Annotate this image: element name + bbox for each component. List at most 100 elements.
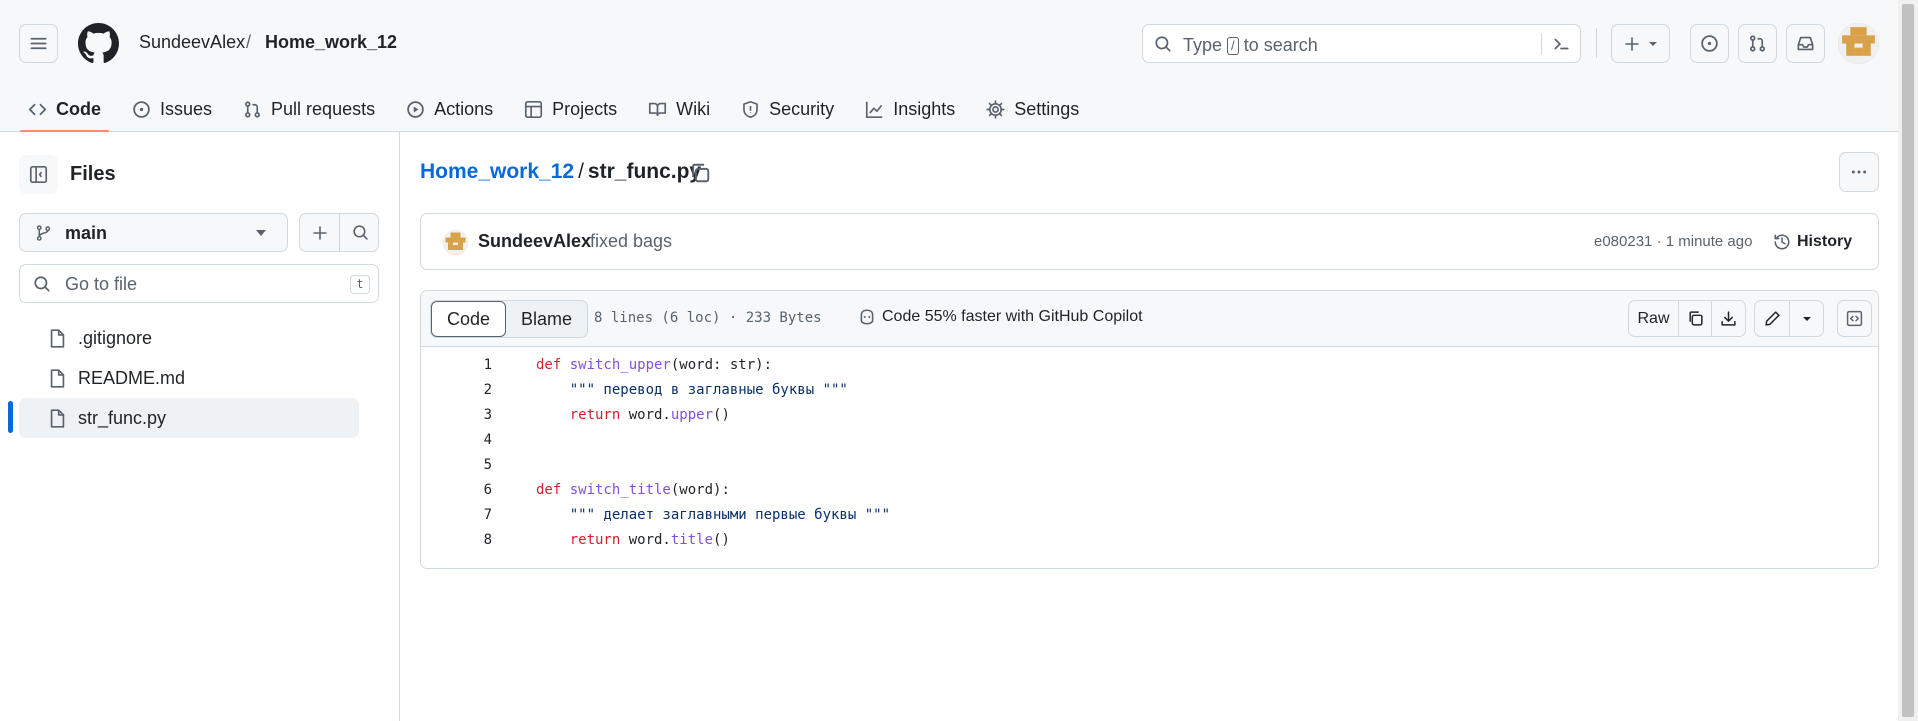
branch-selector[interactable]: main (19, 213, 288, 252)
command-palette-icon[interactable] (1551, 35, 1571, 53)
breadcrumb-separator: / (578, 160, 584, 183)
collapse-sidebar-button[interactable] (19, 155, 58, 194)
symbols-panel-button[interactable] (1837, 300, 1872, 337)
code-token: """ перевод в заглавные буквы """ (536, 382, 848, 398)
caret-down-icon (256, 230, 266, 236)
code-token: switch_title (569, 482, 671, 498)
repo-nav-tabs: Code Issues Pull requests Actions Projec… (18, 86, 1100, 133)
code-token: def (536, 357, 570, 373)
line-number[interactable]: 5 (421, 453, 492, 478)
code-view-button[interactable]: Code (431, 301, 507, 337)
line-number[interactable]: 8 (421, 528, 492, 553)
repo-link[interactable]: Home_work_12 (265, 32, 397, 53)
edit-button[interactable] (1755, 301, 1790, 336)
tab-code[interactable]: Code (18, 86, 111, 133)
commit-message[interactable]: fixed bags (590, 231, 672, 252)
tab-wiki[interactable]: Wiki (638, 86, 720, 132)
sidebar-collapse-icon (29, 165, 48, 184)
create-new-button[interactable] (1611, 24, 1670, 63)
line-number[interactable]: 6 (421, 478, 492, 503)
file-icon (50, 329, 65, 348)
breadcrumb-file: str_func.py (587, 160, 702, 183)
sidebar-actions (299, 213, 379, 252)
app-header: SundeevAlex / Home_work_12 Type / to sea… (0, 0, 1898, 133)
code-token: (word: str): (670, 357, 773, 373)
go-to-file-input[interactable]: Go to file t (19, 264, 379, 303)
scrollbar-thumb[interactable] (1902, 4, 1914, 717)
line-number[interactable]: 7 (421, 503, 492, 528)
plus-icon (313, 225, 327, 240)
branch-name: main (65, 223, 108, 243)
line-code: """ делает заглавными первые буквы """ (536, 503, 890, 528)
code-line: 5 (421, 453, 1878, 478)
owner-link[interactable]: SundeevAlex (139, 32, 245, 53)
breadcrumb: Home_work_12/str_func.py (420, 160, 701, 184)
code-token: word. (628, 407, 671, 423)
code-token: return (536, 407, 629, 423)
blame-view-button[interactable]: Blame (506, 301, 587, 337)
file-item-readme[interactable]: README.md (19, 358, 359, 398)
file-tree: .gitignore README.md str_func.py (19, 318, 359, 438)
code-icon (28, 103, 47, 115)
file-item-gitignore[interactable]: .gitignore (19, 318, 359, 358)
tab-settings[interactable]: Settings (976, 86, 1089, 132)
page-scrollbar[interactable] (1898, 0, 1918, 721)
file-info: 8 lines (6 loc) · 233 Bytes (594, 310, 822, 326)
search-icon (1155, 36, 1171, 52)
book-icon (649, 102, 667, 116)
copilot-promo[interactable]: Code 55% faster with GitHub Copilot (858, 308, 1143, 326)
go-to-file-shortcut: t (350, 275, 370, 294)
github-logo[interactable] (78, 23, 119, 64)
line-number[interactable]: 2 (421, 378, 492, 403)
more-options-button[interactable] (1839, 152, 1879, 192)
tab-insights-label: Insights (893, 98, 956, 119)
history-button[interactable]: History (1773, 226, 1852, 258)
selected-file-indicator (8, 401, 13, 433)
commit-meta[interactable]: e080231 · 1 minute ago (1594, 233, 1752, 250)
file-viewer: Code Blame 8 lines (6 loc) · 233 Bytes C… (420, 290, 1879, 569)
pull-requests-button[interactable] (1738, 24, 1777, 63)
tab-projects[interactable]: Projects (514, 86, 627, 132)
tab-insights[interactable]: Insights (855, 86, 965, 132)
search-files-button[interactable] (340, 214, 380, 251)
copy-icon (1688, 311, 1703, 326)
tab-security[interactable]: Security (731, 86, 844, 132)
history-label: History (1797, 233, 1853, 250)
download-button[interactable] (1712, 301, 1745, 336)
commit-author[interactable]: SundeevAlex (478, 231, 591, 252)
file-icon (50, 369, 65, 388)
tab-actions[interactable]: Actions (396, 86, 503, 132)
line-number[interactable]: 1 (421, 353, 492, 378)
code-content[interactable]: 1 def switch_upper(word: str): 2 """ перев… (421, 353, 1878, 553)
line-code: return word.upper() (536, 403, 730, 428)
copy-raw-button[interactable] (1679, 301, 1712, 336)
tab-wiki-label: Wiki (676, 98, 711, 119)
tab-issues[interactable]: Issues (122, 86, 222, 132)
copilot-promo-text: Code 55% faster with GitHub Copilot (882, 308, 1143, 325)
search-shortcut-key: / (1227, 37, 1239, 55)
identicon-icon (1838, 23, 1879, 64)
tab-pull-requests[interactable]: Pull requests (233, 86, 385, 132)
download-icon (1721, 311, 1736, 326)
inbox-button[interactable] (1786, 24, 1825, 63)
line-code: def switch_title(word): (536, 478, 730, 503)
copy-path-icon[interactable] (689, 162, 711, 184)
search-placeholder-after: to search (1243, 35, 1318, 55)
tab-projects-label: Projects (552, 98, 618, 119)
add-file-button[interactable] (300, 214, 340, 251)
code-square-icon (1846, 310, 1863, 327)
code-token: switch_upper (569, 357, 671, 373)
line-number[interactable]: 3 (421, 403, 492, 428)
menu-button[interactable] (19, 24, 58, 63)
line-number[interactable]: 4 (421, 428, 492, 453)
code-line: 3 return word.upper() (421, 403, 1878, 428)
commit-author-avatar[interactable] (443, 230, 468, 255)
issues-button[interactable] (1690, 24, 1729, 63)
user-avatar[interactable] (1838, 23, 1879, 64)
breadcrumb-repo-link[interactable]: Home_work_12 (420, 160, 574, 183)
plus-icon (1624, 36, 1639, 51)
raw-button[interactable]: Raw (1629, 301, 1679, 336)
edit-menu-button[interactable] (1790, 301, 1823, 336)
search-input[interactable]: Type / to search (1142, 24, 1581, 63)
file-item-str-func[interactable]: str_func.py (19, 398, 359, 438)
